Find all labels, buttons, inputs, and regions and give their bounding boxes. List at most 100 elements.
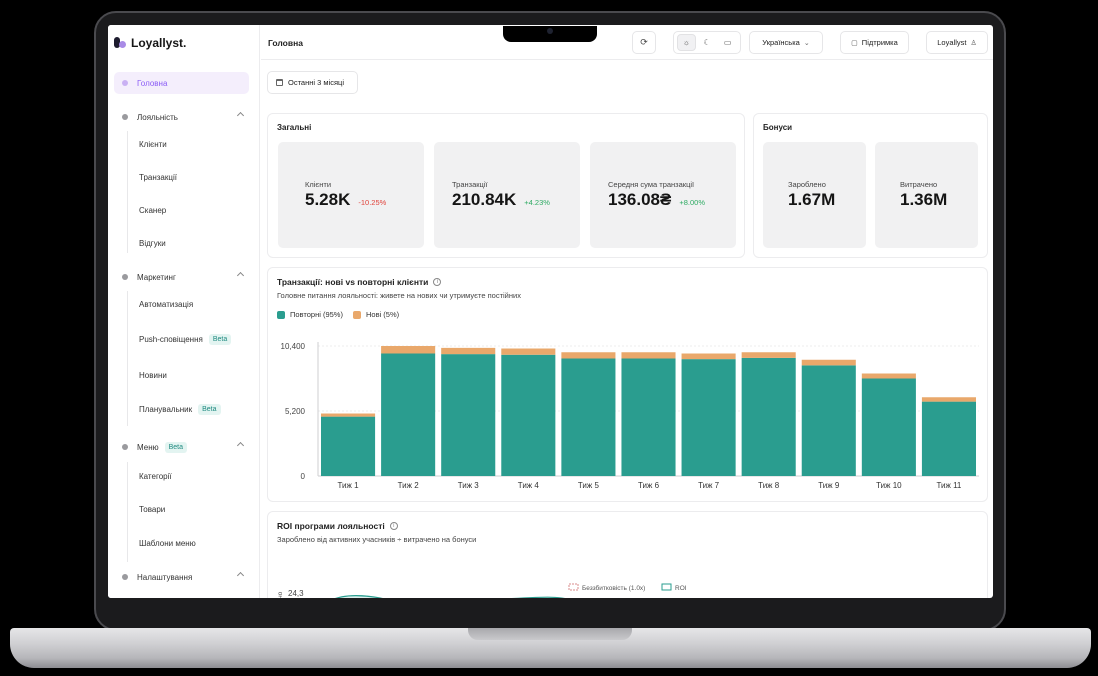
stat-tile-earned: Зароблено 1.67M — [763, 142, 866, 248]
sidebar-group-label: Лояльність — [137, 112, 178, 122]
bar-new — [441, 347, 496, 355]
support-button[interactable]: ▢ Підтримка — [840, 31, 909, 54]
top-bar: Головна ⟳ ☼ ☾ ▭ Українська ⌄ ▢ Підтримка… — [261, 25, 993, 60]
legend-swatch-breakeven — [568, 583, 579, 591]
star-icon — [122, 114, 128, 120]
sidebar-item-scanner[interactable]: Сканер — [139, 206, 166, 215]
sidebar-item-scheduler[interactable]: Планувальник Beta — [139, 404, 221, 415]
card-title: Загальні — [277, 123, 312, 132]
user-icon: ♙ — [970, 39, 977, 47]
sidebar-item-label: Push-сповіщення — [139, 335, 203, 344]
x-tick-label: Тиж 6 — [638, 481, 660, 490]
stat-value: 1.67M — [788, 190, 836, 209]
stat-value: 210.84K — [452, 190, 517, 209]
bar-repeat — [321, 416, 376, 476]
stat-label: Витрачено — [900, 180, 938, 189]
date-range-label: Останні 3 місяці — [288, 78, 344, 87]
brand-logo[interactable]: Loyallyst. — [114, 36, 186, 50]
x-tick-label: Тиж 1 — [338, 481, 360, 490]
monitor-icon[interactable]: ▭ — [718, 34, 737, 51]
bar-repeat — [441, 354, 496, 476]
bar-new — [501, 348, 556, 355]
stat-tile-transactions: Транзакції 210.84K +4.23% — [434, 142, 580, 248]
sidebar-group-settings[interactable]: Налаштування — [114, 566, 249, 588]
sidebar-item-products[interactable]: Товари — [139, 505, 165, 514]
account-button[interactable]: Loyallyst ♙ — [926, 31, 988, 54]
sidebar-item-menu-templates[interactable]: Шаблони меню — [139, 539, 196, 548]
sidebar-group-menu[interactable]: Меню Beta — [114, 436, 249, 458]
submenu-line — [127, 462, 128, 562]
roi-area — [337, 595, 562, 598]
sidebar-item-push[interactable]: Push-сповіщення Beta — [139, 334, 232, 345]
sidebar-item-transactions[interactable]: Транзакції — [139, 173, 177, 182]
sidebar-item-label: Автоматизація — [139, 300, 194, 309]
bar-new — [561, 352, 616, 359]
date-range-button[interactable]: Останні 3 місяці — [267, 71, 358, 94]
bar-new — [921, 397, 976, 402]
sidebar-item-news[interactable]: Новини — [139, 371, 167, 380]
stat-tile-avg-transaction: Середня сума транзакції 136.08₴ +8.00% — [590, 142, 736, 248]
sidebar-item-home[interactable]: Головна — [114, 72, 249, 94]
transactions-bar-chart: 0 5,200 10,400 Тиж 1 Тиж 2 Тиж 3 Тиж 4 Тиж 5 Тиж… — [281, 342, 979, 490]
submenu-line — [127, 131, 128, 253]
language-label: Українська — [762, 38, 800, 47]
x-tick-label: Тиж 2 — [398, 481, 420, 490]
chevron-up-icon — [236, 571, 245, 580]
language-select[interactable]: Українська ⌄ — [749, 31, 823, 54]
x-tick-label: Тиж 5 — [578, 481, 600, 490]
camera-icon — [547, 28, 553, 34]
x-tick-label: Тиж 8 — [758, 481, 780, 490]
roi-area-chart: Беззбитковість (1.0x) ROI Витрачено 24,3 — [277, 583, 687, 598]
y-tick-label: 10,400 — [281, 342, 306, 351]
submenu-line — [127, 291, 128, 426]
sidebar-item-automation[interactable]: Автоматизація — [139, 300, 193, 309]
calendar-icon — [276, 79, 283, 86]
bar-repeat — [621, 358, 676, 476]
home-icon — [122, 80, 128, 86]
moon-icon[interactable]: ☾ — [697, 34, 716, 51]
x-tick-label: Тиж 7 — [698, 481, 720, 490]
bonuses-card: Бонуси Зароблено 1.67M Витрачено 1.36M — [753, 113, 988, 258]
sun-icon[interactable]: ☼ — [676, 34, 696, 51]
x-tick-label: Тиж 11 — [937, 481, 962, 490]
sidebar-group-loyalty[interactable]: Лояльність — [114, 106, 249, 128]
stat-delta: +4.23% — [524, 198, 550, 207]
menu-book-icon — [122, 444, 128, 450]
chevron-down-icon: ⌄ — [803, 39, 810, 47]
stat-value: 136.08₴ — [608, 190, 672, 209]
stat-label: Середня сума транзакції — [608, 180, 695, 189]
bar-new — [381, 346, 436, 354]
bar-new — [681, 353, 736, 360]
bar-new — [801, 359, 856, 366]
x-tick-label: Тиж 9 — [818, 481, 840, 490]
stat-value: 5.28K — [305, 190, 351, 209]
app-screen: Loyallyst. Головна Лояльність Клієнти Тр… — [108, 25, 993, 598]
bar-repeat — [861, 378, 916, 476]
bar-new — [321, 413, 376, 417]
chevron-up-icon — [236, 111, 245, 120]
sidebar-item-categories[interactable]: Категорії — [139, 472, 172, 481]
legend-label-breakeven: Беззбитковість (1.0x) — [582, 584, 645, 592]
refresh-button[interactable]: ⟳ — [632, 31, 656, 54]
x-tick-label: Тиж 4 — [518, 481, 540, 490]
stat-label: Клієнти — [305, 180, 332, 189]
sidebar-item-reviews[interactable]: Відгуки — [139, 239, 166, 248]
sidebar-group-marketing[interactable]: Маркетинг — [114, 266, 249, 288]
sidebar-item-clients[interactable]: Клієнти — [139, 140, 167, 149]
sidebar-item-label: Головна — [137, 78, 168, 88]
bar-repeat — [561, 358, 616, 476]
bar-new — [741, 352, 796, 358]
y-tick-label: 5,200 — [285, 407, 306, 416]
y-tick-label: 24,3 — [288, 589, 304, 598]
stat-value: 1.36M — [900, 190, 948, 209]
sidebar-group-label: Налаштування — [137, 572, 193, 582]
card-title: Бонуси — [763, 123, 793, 132]
x-tick-label: Тиж 10 — [876, 481, 902, 490]
chevron-up-icon — [236, 441, 245, 450]
sidebar-item-label: Планувальник — [139, 405, 193, 414]
y-axis-label: Витрачено — [277, 591, 284, 598]
refresh-icon: ⟳ — [640, 37, 648, 47]
legend-swatch-roi — [661, 583, 672, 591]
page-title: Головна — [268, 38, 303, 48]
bar-repeat — [741, 357, 796, 476]
